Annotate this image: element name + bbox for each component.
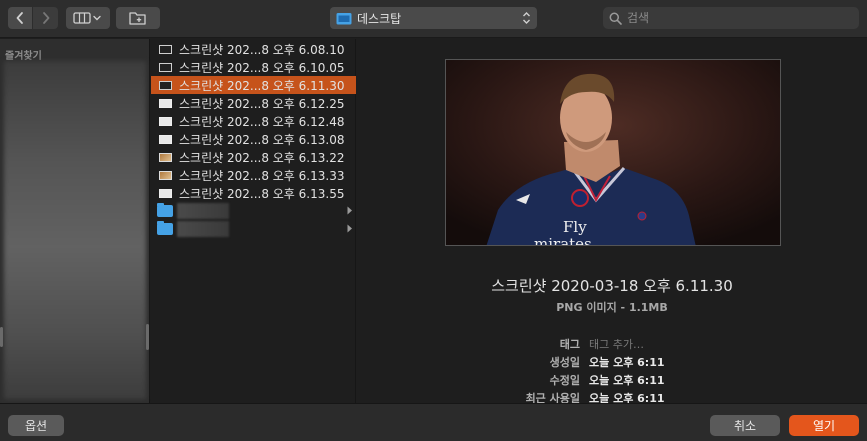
chevron-right-icon	[347, 206, 352, 215]
folder-icon	[157, 203, 173, 217]
file-name: 스크린샷 202...8 오후 6.12.25	[179, 96, 345, 111]
chevron-right-icon	[42, 12, 49, 24]
file-name: 스크린샷 202...8 오후 6.13.55	[179, 186, 345, 201]
add-tag-field[interactable]: 태그 추가…	[589, 336, 644, 352]
location-popup[interactable]: 데스크탑	[330, 7, 537, 29]
new-folder-icon	[129, 12, 146, 25]
folder-name-blurred	[177, 221, 229, 237]
preview-filetype: PNG 이미지 - 1.1MB	[556, 301, 668, 314]
updown-chevron-icon	[523, 12, 530, 24]
image-file-icon	[159, 170, 172, 180]
file-list-item[interactable]: 스크린샷 202...8 오후 6.13.22	[151, 148, 356, 166]
preview-pane: Fly mirates 스크린샷 2020-03-18 오후 6.11.30 P…	[357, 39, 867, 405]
sidebar: 즐겨찾기	[0, 39, 150, 403]
metadata-row: 태그 태그 추가…	[357, 336, 867, 354]
file-list-item[interactable]: 스크린샷 202...8 오후 6.11.30	[151, 76, 356, 94]
file-list-item[interactable]: 스크린샷 202...8 오후 6.13.55	[151, 184, 356, 202]
file-name: 스크린샷 202...8 오후 6.08.10	[179, 42, 345, 57]
back-button[interactable]	[8, 7, 32, 29]
metadata-row: 수정일 오늘 오후 6:11	[357, 372, 867, 390]
sidebar-scrollbar[interactable]	[146, 324, 149, 350]
image-file-icon	[159, 98, 172, 108]
new-folder-button[interactable]	[116, 7, 160, 29]
preview-filename: 스크린샷 2020-03-18 오후 6.11.30	[491, 277, 733, 295]
bottom-bar: 옵션 취소 열기	[0, 403, 867, 441]
image-file-icon	[159, 188, 172, 198]
file-list-column: 스크린샷 202...8 오후 6.08.10 스크린샷 202...8 오후 6…	[151, 39, 356, 403]
metadata-key: 수정일	[549, 374, 580, 387]
desktop-folder-icon	[336, 12, 352, 24]
image-file-icon	[159, 152, 172, 162]
sidebar-resize-handle[interactable]	[0, 327, 3, 347]
image-file-icon	[159, 116, 172, 126]
chevron-right-icon	[347, 224, 352, 233]
file-list-item[interactable]: 스크린샷 202...8 오후 6.13.08	[151, 130, 356, 148]
file-name: 스크린샷 202...8 오후 6.13.33	[179, 168, 345, 183]
view-mode-button[interactable]	[66, 7, 110, 29]
shirt-sponsor-top: Fly	[563, 218, 587, 236]
columns-view-icon	[73, 12, 101, 24]
search-field[interactable]	[603, 7, 859, 29]
search-icon	[609, 12, 622, 25]
open-button[interactable]: 열기	[789, 415, 859, 436]
file-name: 스크린샷 202...8 오후 6.10.05	[179, 60, 345, 75]
favorites-header: 즐겨찾기	[5, 51, 42, 62]
metadata-value: 오늘 오후 6:11	[589, 374, 665, 387]
metadata-value: 오늘 오후 6:11	[589, 356, 665, 369]
search-input[interactable]	[627, 11, 847, 25]
image-file-icon	[159, 80, 172, 90]
image-file-icon	[159, 62, 172, 72]
folder-item[interactable]	[151, 220, 356, 238]
file-list-item[interactable]: 스크린샷 202...8 오후 6.10.05	[151, 58, 356, 76]
file-name: 스크린샷 202...8 오후 6.12.48	[179, 114, 345, 129]
player-photo: Fly mirates	[446, 60, 780, 246]
folder-name-blurred	[177, 203, 229, 219]
metadata-row: 생성일 오늘 오후 6:11	[357, 354, 867, 372]
image-file-icon	[159, 44, 172, 54]
cancel-button[interactable]: 취소	[710, 415, 780, 436]
folder-item[interactable]	[151, 202, 356, 220]
file-list-item[interactable]: 스크린샷 202...8 오후 6.12.25	[151, 94, 356, 112]
toolbar: 데스크탑	[0, 0, 867, 38]
file-list-item[interactable]: 스크린샷 202...8 오후 6.12.48	[151, 112, 356, 130]
chevron-left-icon	[16, 12, 23, 24]
metadata-key: 태그	[559, 338, 580, 351]
forward-button[interactable]	[33, 7, 58, 29]
file-list-item[interactable]: 스크린샷 202...8 오후 6.08.10	[151, 40, 356, 58]
location-label: 데스크탑	[357, 11, 402, 26]
preview-image: Fly mirates	[445, 59, 781, 246]
image-file-icon	[159, 134, 172, 144]
file-list-item[interactable]: 스크린샷 202...8 오후 6.13.33	[151, 166, 356, 184]
file-name: 스크린샷 202...8 오후 6.11.30	[179, 78, 345, 93]
file-name: 스크린샷 202...8 오후 6.13.22	[179, 150, 345, 165]
file-name: 스크린샷 202...8 오후 6.13.08	[179, 132, 345, 147]
options-button[interactable]: 옵션	[8, 415, 64, 436]
sidebar-items-blurred	[4, 61, 146, 399]
folder-icon	[157, 221, 173, 235]
metadata-key: 생성일	[549, 356, 580, 369]
shirt-sponsor-bottom: mirates	[534, 235, 592, 246]
